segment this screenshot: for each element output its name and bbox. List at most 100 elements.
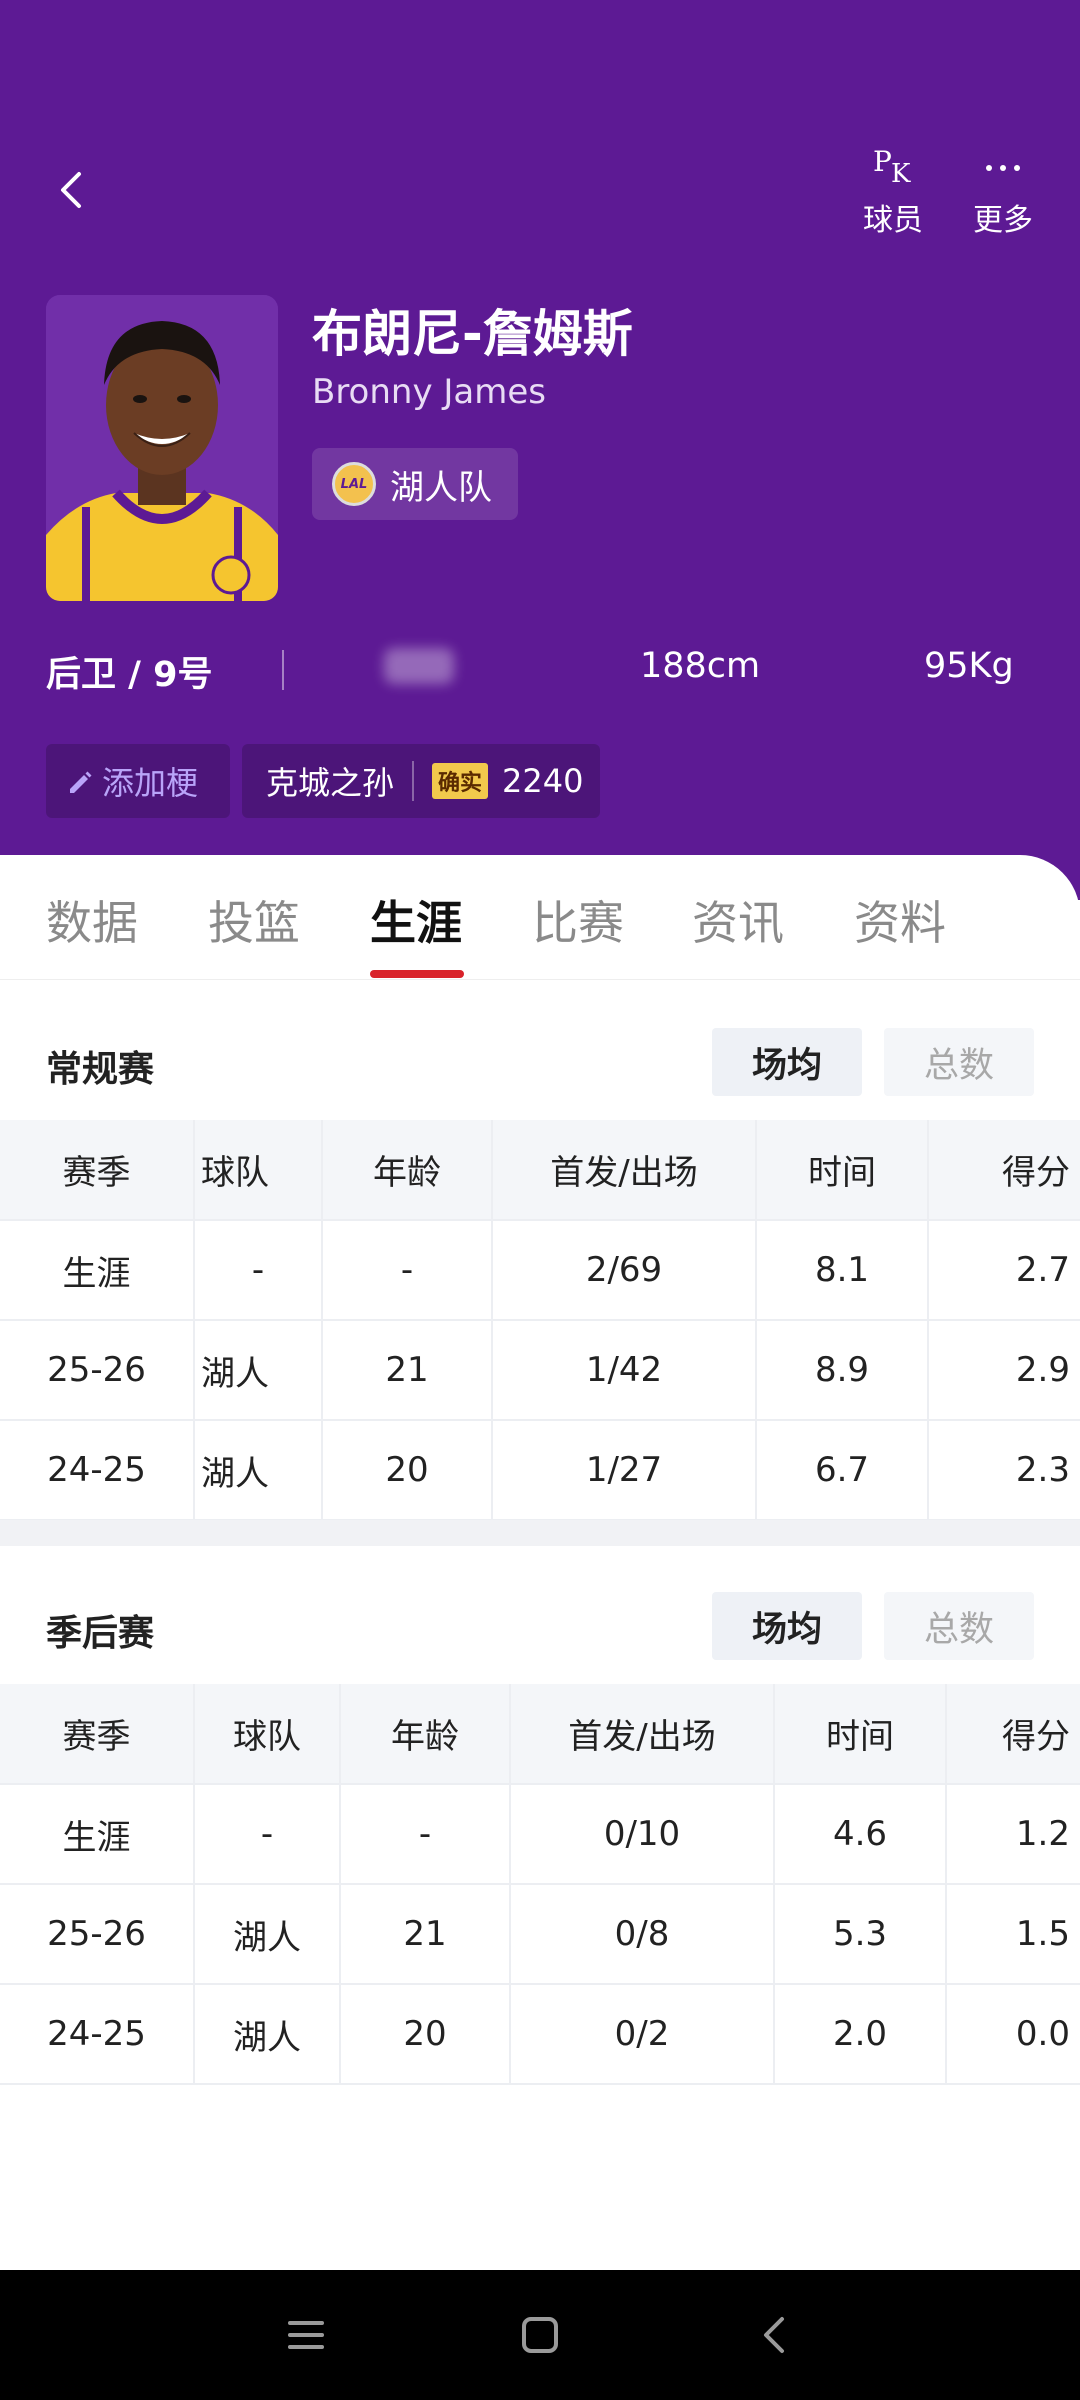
regular-total-toggle[interactable]: 总数 [884,1028,1034,1096]
playoffs-title: 季后赛 [46,1613,155,1654]
cell-points: 1.2 [946,1784,1080,1885]
cell-starts-games: 0/10 [510,1784,775,1885]
cell-starts-games: 1/42 [492,1320,757,1421]
col-minutes: 时间 [774,1684,947,1785]
table-header-row: 赛季 球队 年龄 首发/出场 时间 得分 [0,1120,1080,1221]
pk-icon: PK [873,145,911,189]
cell-age: 21 [322,1320,493,1421]
cell-season: 25-26 [0,1884,195,1985]
cell-minutes: 4.6 [774,1784,947,1885]
col-team: 球队 [194,1120,323,1221]
cell-starts-games: 0/8 [510,1884,775,1985]
col-points: 得分 [928,1120,1080,1221]
cell-age: - [322,1220,493,1321]
add-meme-button[interactable]: 添加梗 [46,744,230,818]
tab-shooting[interactable]: 投篮 [208,887,300,953]
chevron-left-icon [764,2317,784,2353]
regular-per-game-toggle[interactable]: 场均 [712,1028,862,1096]
col-starts-games: 首发/出场 [492,1120,757,1221]
more-dots-icon [986,165,1020,171]
table-row[interactable]: 24-25 湖人 20 0/2 2.0 0.0 [0,1984,1080,2085]
team-name: 湖人队 [390,467,492,508]
regular-season-title: 常规赛 [46,1049,155,1090]
col-age: 年龄 [322,1120,493,1221]
player-weight: 95Kg [924,646,1014,686]
section-divider [0,1520,1080,1546]
back-button[interactable] [40,160,100,220]
tab-bar: 数据 投篮 生涯 比赛 资讯 资料 [0,855,1080,980]
player-name-cn: 布朗尼-詹姆斯 [312,305,633,363]
pk-player-label: 球员 [863,203,923,238]
pencil-icon [70,771,92,793]
system-back-button[interactable] [744,2305,804,2365]
cell-team: - [194,1220,323,1321]
playoffs-per-game-toggle[interactable]: 场均 [712,1592,862,1660]
tab-profile[interactable]: 资料 [854,887,946,953]
cell-points: 2.3 [928,1420,1080,1521]
col-minutes: 时间 [756,1120,929,1221]
cell-season: 24-25 [0,1984,195,2085]
active-tab-indicator [370,970,464,978]
cell-starts-games: 2/69 [492,1220,757,1321]
meme-text: 克城之孙 [266,764,395,802]
cell-minutes: 8.1 [756,1220,929,1321]
cell-team: 湖人 [194,1420,323,1521]
add-meme-label: 添加梗 [102,764,199,802]
player-info-row: 后卫 / 9号 188cm 95Kg [0,640,1080,700]
col-team: 球队 [194,1684,341,1785]
col-season: 赛季 [0,1684,195,1785]
chevron-left-icon [61,172,81,208]
tab-data[interactable]: 数据 [46,887,138,953]
cell-team: 湖人 [194,1884,341,1985]
table-row[interactable]: 25-26 湖人 21 1/42 8.9 2.9 [0,1320,1080,1421]
cell-season: 生涯 [0,1784,195,1885]
cell-minutes: 8.9 [756,1320,929,1421]
cell-starts-games: 0/2 [510,1984,775,2085]
cell-age: 20 [322,1420,493,1521]
cell-minutes: 2.0 [774,1984,947,2085]
regular-season-table: 赛季 球队 年龄 首发/出场 时间 得分 生涯 - - 2/69 8.1 2.7… [0,1120,1080,1521]
player-height: 188cm [640,646,761,686]
cell-points: 2.7 [928,1220,1080,1321]
col-season: 赛季 [0,1120,195,1221]
info-divider [282,650,284,690]
tab-news[interactable]: 资讯 [692,887,784,953]
home-button[interactable] [510,2305,570,2365]
cell-minutes: 5.3 [774,1884,947,1985]
cell-team: 湖人 [194,1320,323,1421]
menu-lines-icon [288,2321,324,2349]
playoffs-total-toggle[interactable]: 总数 [884,1592,1034,1660]
cell-age: 20 [340,1984,511,2085]
meme-tag[interactable]: 克城之孙 确实 2240 [242,744,600,818]
tab-games[interactable]: 比赛 [532,887,624,953]
tab-career[interactable]: 生涯 [370,887,462,953]
player-header: PK 球员 更多 布朗尼-詹姆斯 Bronny James LAL 湖人队 后卫… [0,0,1080,900]
home-square-icon [522,2317,558,2353]
cell-age: 21 [340,1884,511,1985]
table-header-row: 赛季 球队 年龄 首发/出场 时间 得分 [0,1684,1080,1785]
position-number: 后卫 / 9号 [46,655,213,695]
cell-points: 2.9 [928,1320,1080,1421]
confirm-badge: 确实 [432,763,489,799]
cell-points: 1.5 [946,1884,1080,1985]
player-avatar [46,295,278,601]
table-row[interactable]: 24-25 湖人 20 1/27 6.7 2.3 [0,1420,1080,1521]
recent-apps-button[interactable] [276,2305,336,2365]
system-nav-bar [0,2270,1080,2400]
cell-starts-games: 1/27 [492,1420,757,1521]
col-points: 得分 [946,1684,1080,1785]
more-label: 更多 [973,203,1033,238]
col-age: 年龄 [340,1684,511,1785]
table-row[interactable]: 生涯 - - 2/69 8.1 2.7 [0,1220,1080,1321]
pk-player-button[interactable]: PK 球员 [848,145,938,239]
more-button[interactable]: 更多 [958,145,1048,239]
meme-divider [412,761,415,801]
team-chip[interactable]: LAL 湖人队 [312,448,518,520]
cell-season: 25-26 [0,1320,195,1421]
table-row[interactable]: 25-26 湖人 21 0/8 5.3 1.5 [0,1884,1080,1985]
cell-points: 0.0 [946,1984,1080,2085]
player-name-en: Bronny James [312,372,546,412]
cell-team: - [194,1784,341,1885]
cell-age: - [340,1784,511,1885]
table-row[interactable]: 生涯 - - 0/10 4.6 1.2 [0,1784,1080,1885]
